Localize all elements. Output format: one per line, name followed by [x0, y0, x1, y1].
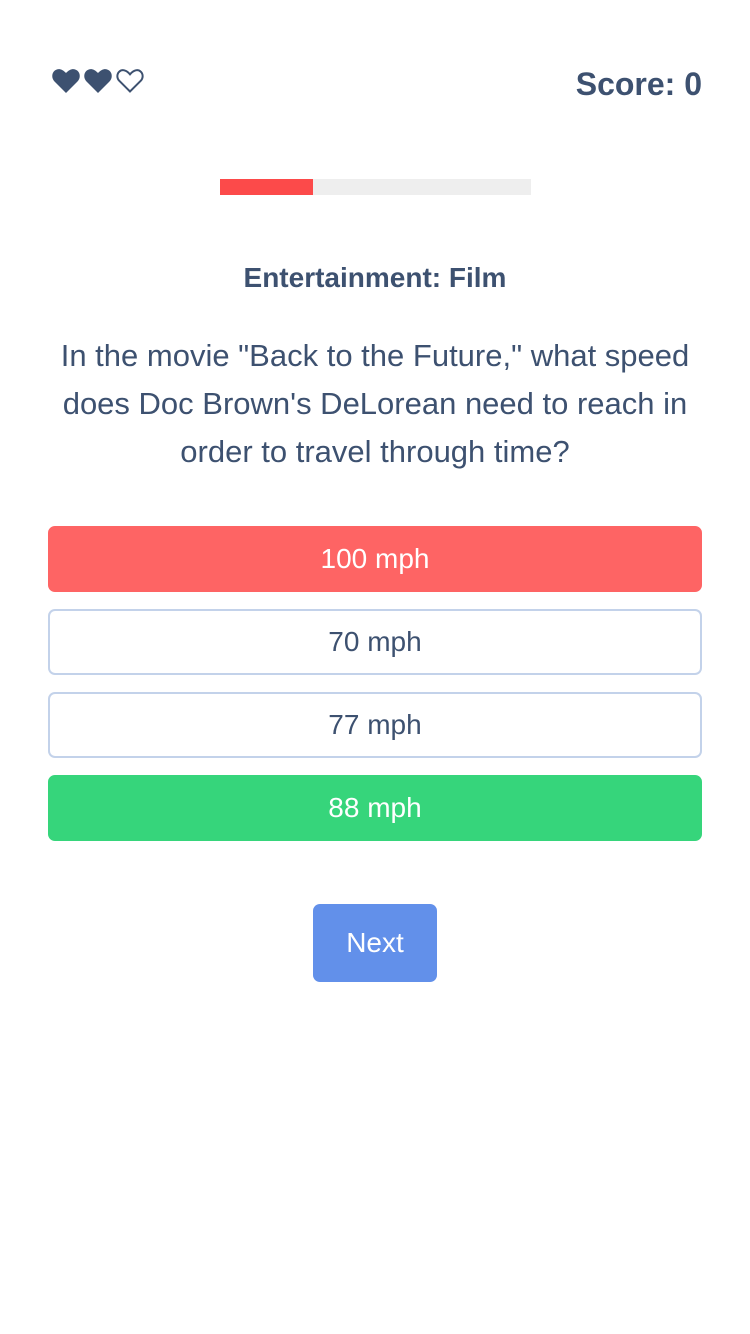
- answer-option[interactable]: 100 mph: [48, 526, 702, 592]
- heart-filled-icon: [84, 69, 112, 93]
- answer-option[interactable]: 77 mph: [48, 692, 702, 758]
- answer-list: 100 mph 70 mph 77 mph 88 mph: [48, 526, 702, 858]
- lives-indicator: [52, 68, 144, 94]
- header: Score: 0: [48, 62, 702, 106]
- progress-bar: [220, 179, 531, 195]
- score-label: Score: 0: [575, 66, 702, 102]
- next-button[interactable]: Next: [313, 904, 437, 982]
- question-category: Entertainment: Film: [243, 262, 507, 293]
- answer-option[interactable]: 70 mph: [48, 609, 702, 675]
- heart-filled-icon: [52, 69, 80, 93]
- progress-bar-fill: [220, 179, 314, 195]
- answer-option[interactable]: 88 mph: [48, 775, 702, 841]
- question-text: In the movie "Back to the Future," what …: [60, 338, 690, 469]
- heart-outline-icon: [116, 69, 144, 93]
